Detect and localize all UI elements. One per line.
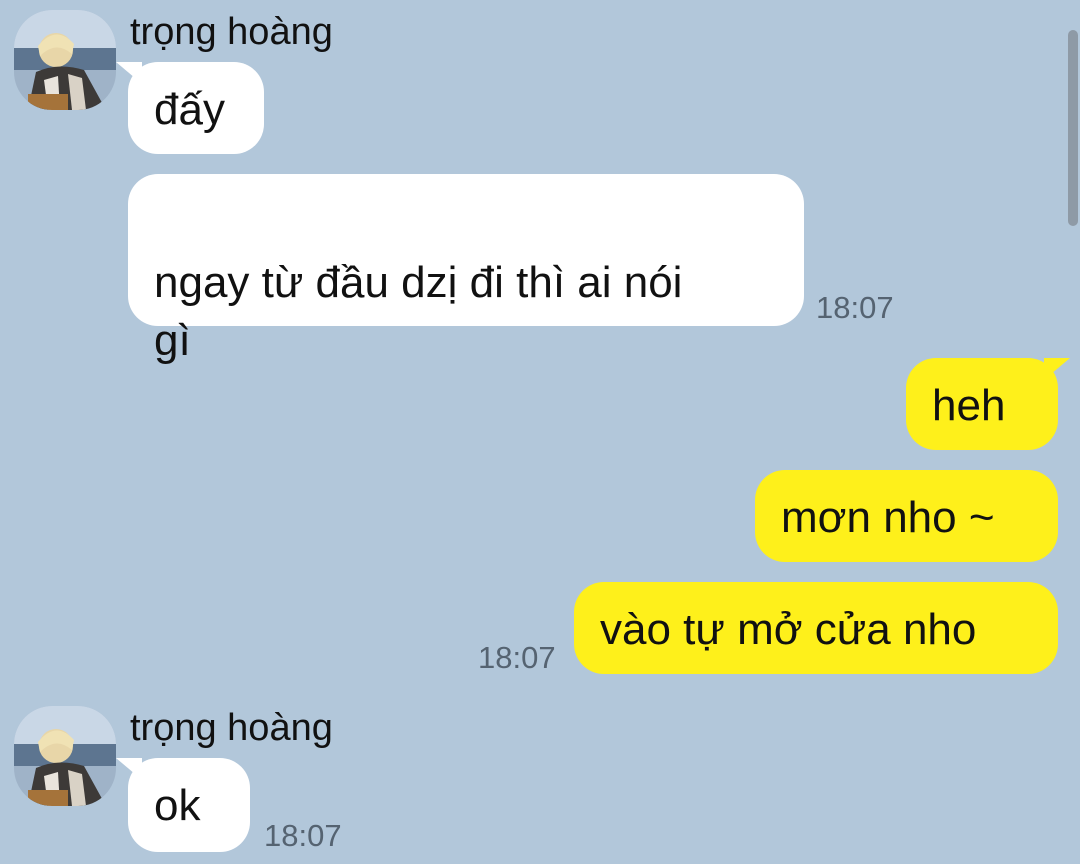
sender-name: trọng hoàng: [130, 707, 333, 749]
message-bubble[interactable]: mơn nho ~: [755, 470, 1058, 562]
message-timestamp: 18:07: [478, 640, 556, 675]
message-bubble[interactable]: vào tự mở cửa nho: [574, 582, 1058, 674]
avatar[interactable]: [14, 706, 116, 806]
message-text: ngay từ đầu dzị đi thì ai nói gì: [154, 258, 683, 365]
message-timestamp: 18:07: [816, 290, 894, 325]
message-timestamp: 18:07: [264, 818, 342, 853]
message-text: đấy: [154, 85, 225, 134]
sender-name: trọng hoàng: [130, 11, 333, 53]
message-bubble[interactable]: heh: [906, 358, 1070, 450]
message-text: ok: [154, 781, 201, 830]
avatar-photo-icon: [14, 706, 116, 806]
message-text: mơn nho ~: [781, 493, 995, 542]
message-text: heh: [932, 381, 1006, 430]
message-bubble[interactable]: ngay từ đầu dzị đi thì ai nói gì: [128, 174, 804, 365]
avatar-photo-icon: [14, 10, 116, 110]
avatar[interactable]: [14, 10, 116, 110]
message-text: vào tự mở cửa nho: [600, 605, 977, 654]
message-bubble[interactable]: ok: [116, 758, 250, 852]
scrollbar[interactable]: [1068, 30, 1078, 226]
message-bubble[interactable]: đấy: [116, 62, 264, 154]
